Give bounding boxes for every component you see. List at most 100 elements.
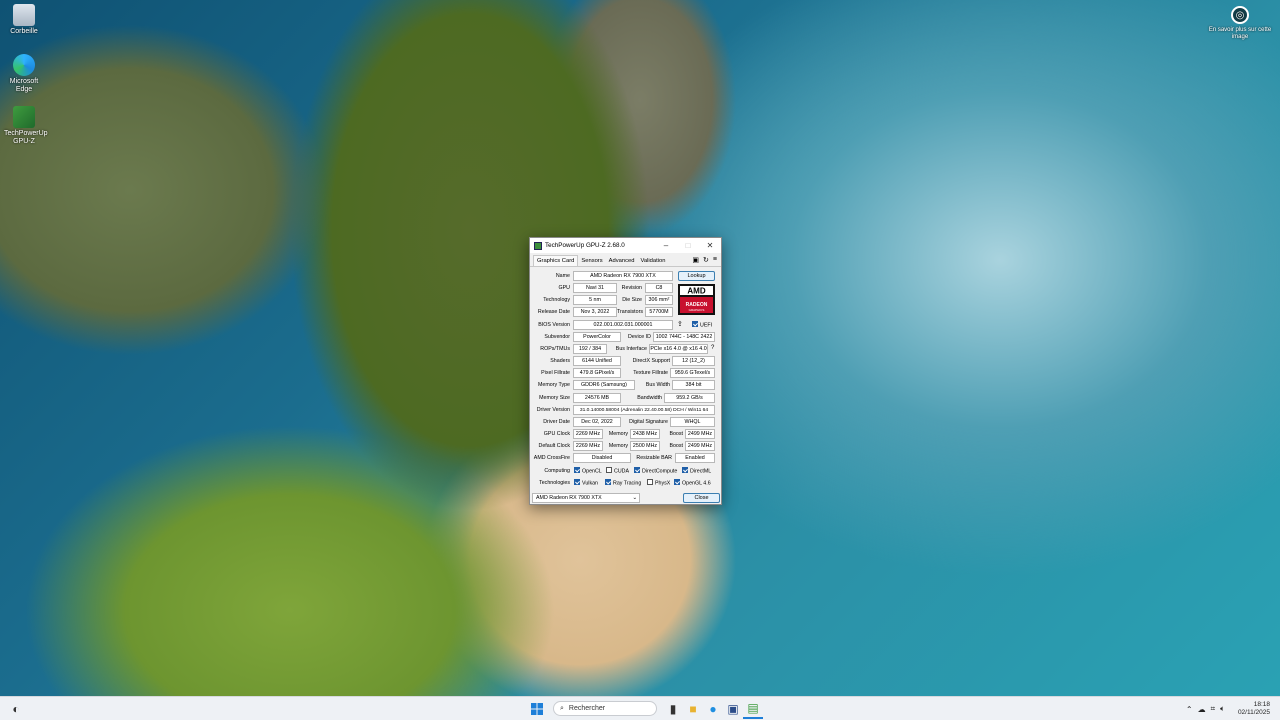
texture-fillrate-label: Texture Fillrate bbox=[633, 370, 668, 376]
rops-value: 192 / 384 bbox=[573, 344, 607, 354]
revision-value: C8 bbox=[645, 283, 673, 293]
system-tray: ⌃ ☁ ⌗ 🔈︎ 18:18 02/11/2025 bbox=[1186, 697, 1270, 720]
desktop-icon-recycle-bin[interactable]: Corbeille bbox=[4, 4, 44, 36]
directx-label: DirectX Support bbox=[632, 358, 670, 364]
gpu-label: GPU bbox=[558, 285, 570, 291]
menu-icon[interactable]: ≡ bbox=[713, 256, 717, 264]
checkbox-icon bbox=[574, 467, 580, 473]
bus-interface-value: PCIe x16 4.0 @ x16 4.0 bbox=[649, 344, 708, 354]
cloud-icon[interactable]: ☁ bbox=[1198, 705, 1206, 714]
checkbox-icon bbox=[605, 479, 611, 485]
refresh-icon[interactable]: ↻ bbox=[703, 256, 709, 264]
default-memory-value: 2500 MHz bbox=[630, 441, 660, 451]
checkbox-icon bbox=[574, 479, 580, 485]
learn-more-label: En savoir plus sur cette image bbox=[1208, 27, 1272, 40]
chevron-up-icon[interactable]: ⌃ bbox=[1186, 705, 1193, 714]
edge-icon[interactable]: ● bbox=[703, 699, 723, 719]
directcompute-checkbox[interactable]: DirectCompute bbox=[634, 467, 678, 475]
rops-label: ROPs/TMUs bbox=[540, 346, 570, 352]
driver-date-label: Driver Date bbox=[543, 419, 570, 425]
vulkan-checkbox[interactable]: Vulkan bbox=[574, 479, 598, 486]
gpu-clock-label: GPU Clock bbox=[543, 431, 570, 437]
tab-graphics-card[interactable]: Graphics Card bbox=[533, 255, 579, 266]
resizable-bar-value: Enabled bbox=[675, 453, 715, 463]
tab-bar: Graphics Card Sensors Advanced Validatio… bbox=[530, 253, 721, 267]
desktop-icon-label: TechPowerUp GPU-Z bbox=[4, 130, 48, 145]
shaders-value: 6144 Unified bbox=[573, 356, 621, 366]
tab-validation[interactable]: Validation bbox=[637, 256, 668, 266]
subvendor-value: PowerColor bbox=[573, 332, 621, 342]
cuda-checkbox[interactable]: CUDA bbox=[606, 467, 630, 475]
crossfire-value: Disabled bbox=[573, 453, 631, 463]
pixel-fillrate-value: 479.8 GPixel/s bbox=[573, 368, 621, 378]
device-id-value: 1002 744C - 148C 2422 bbox=[653, 332, 715, 342]
tab-sensors[interactable]: Sensors bbox=[578, 256, 605, 266]
store-icon[interactable]: ▣ bbox=[723, 699, 743, 719]
close-window-button[interactable]: ✕ bbox=[699, 238, 721, 253]
checkbox-icon bbox=[674, 479, 680, 485]
task-view-icon[interactable]: ▮ bbox=[663, 699, 683, 719]
gpu-select[interactable]: AMD Radeon RX 7900 XTX ⌄ bbox=[532, 493, 640, 503]
opencl-checkbox[interactable]: OpenCL bbox=[574, 467, 602, 474]
minimize-button[interactable]: – bbox=[655, 238, 677, 253]
gpuz-taskbar-icon[interactable]: ▤ bbox=[743, 699, 763, 719]
desktop-icon-gpuz[interactable]: TechPowerUp GPU-Z bbox=[4, 106, 48, 146]
release-date-label: Release Date bbox=[537, 309, 570, 315]
lookup-button[interactable]: Lookup bbox=[678, 271, 715, 281]
memory-size-value: 24576 MB bbox=[573, 393, 621, 403]
close-button[interactable]: Close bbox=[683, 493, 720, 503]
volume-icon[interactable]: 🔈︎ bbox=[1220, 704, 1225, 714]
checkbox-icon bbox=[692, 321, 698, 327]
window-title: TechPowerUp GPU-Z 2.68.0 bbox=[545, 242, 625, 249]
checkbox-icon bbox=[634, 467, 640, 473]
checkbox-icon bbox=[647, 479, 653, 485]
desktop-icon-edge[interactable]: Microsoft Edge bbox=[4, 54, 44, 94]
file-explorer-icon[interactable]: ■ bbox=[683, 699, 703, 719]
bandwidth-label: Bandwidth bbox=[637, 395, 662, 401]
search-box[interactable]: ⌕ Rechercher bbox=[553, 701, 657, 716]
physx-checkbox[interactable]: PhysX bbox=[647, 479, 671, 487]
chevron-down-icon: ⌄ bbox=[632, 495, 637, 501]
option-label: DirectCompute bbox=[642, 468, 678, 475]
option-label: PhysX bbox=[655, 480, 671, 487]
taskbar: ◐ ⌕ Rechercher ▮ ■ ● ▣ ▤ ⌃ ☁ ⌗ 🔈︎ 18:18 … bbox=[0, 696, 1280, 720]
revision-label: Revision bbox=[621, 285, 642, 291]
boost-label: Boost bbox=[669, 431, 683, 437]
learn-more-spotlight[interactable]: ◎ En savoir plus sur cette image bbox=[1208, 6, 1272, 41]
bios-value: 022.001.002.031.000001 bbox=[573, 320, 673, 330]
help-icon[interactable]: ? bbox=[711, 345, 714, 351]
bios-label: BIOS Version bbox=[538, 322, 570, 328]
gpu-select-value: AMD Radeon RX 7900 XTX bbox=[536, 495, 602, 501]
widgets-icon[interactable]: ◐ bbox=[6, 699, 26, 719]
crossfire-label: AMD CrossFire bbox=[533, 455, 570, 461]
option-label: OpenGL 4.6 bbox=[682, 480, 711, 487]
clock[interactable]: 18:18 02/11/2025 bbox=[1238, 701, 1270, 717]
network-icon[interactable]: ⌗ bbox=[1211, 704, 1216, 714]
gpu-value: Navi 31 bbox=[573, 283, 617, 293]
title-bar: TechPowerUp GPU-Z 2.68.0 – □ ✕ bbox=[530, 238, 721, 253]
transistors-value: 57700M bbox=[645, 307, 673, 317]
memory-clock-label: Memory bbox=[608, 431, 628, 437]
start-button[interactable] bbox=[527, 699, 547, 719]
bus-width-label: Bus Width bbox=[645, 382, 670, 388]
default-boost-value: 2499 MHz bbox=[685, 441, 715, 451]
device-id-label: Device ID bbox=[628, 334, 651, 340]
search-placeholder: Rechercher bbox=[568, 705, 606, 712]
default-clock-label: Default Clock bbox=[538, 443, 571, 449]
opengl-checkbox[interactable]: OpenGL 4.6 bbox=[674, 479, 711, 487]
uefi-checkbox[interactable]: UEFI bbox=[692, 321, 712, 328]
tab-advanced[interactable]: Advanced bbox=[606, 256, 638, 266]
windows-icon bbox=[531, 702, 543, 715]
release-date-value: Nov 3, 2022 bbox=[573, 307, 617, 317]
memory-clock-value: 2438 MHz bbox=[630, 429, 660, 439]
ray-tracing-checkbox[interactable]: Ray Tracing bbox=[605, 479, 641, 486]
checkbox-icon bbox=[606, 467, 612, 473]
resizable-bar-label: Resizable BAR bbox=[636, 455, 672, 461]
option-label: CUDA bbox=[614, 468, 630, 475]
camera-icon[interactable]: ▣ bbox=[692, 256, 699, 264]
desktop-icon-label: Microsoft Edge bbox=[9, 78, 39, 93]
directx-value: 12 (12_2) bbox=[672, 356, 715, 366]
share-icon[interactable]: ⇪ bbox=[677, 320, 683, 328]
directml-checkbox[interactable]: DirectML bbox=[682, 467, 711, 474]
driver-version-label: Driver Version bbox=[536, 407, 570, 413]
